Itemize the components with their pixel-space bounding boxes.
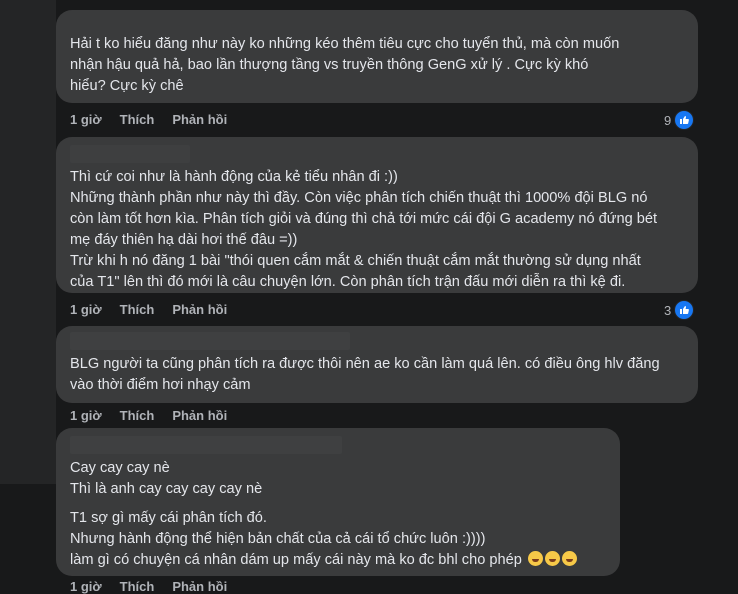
reply-button[interactable]: Phản hồi xyxy=(172,302,227,317)
comment-text-line: Những thành phần như này thì đầy. Còn vi… xyxy=(70,190,648,206)
comment-text-line: hiểu? Cực kỳ chê xyxy=(70,78,184,94)
author-name-redacted xyxy=(70,332,350,350)
comment-text-line: Thì là anh cay cay cay cay nè xyxy=(70,481,263,497)
rolling-on-floor-laughing-icon xyxy=(527,551,543,566)
reaction-summary-1[interactable]: 9 xyxy=(664,110,695,130)
author-name-redacted xyxy=(70,436,342,454)
comment-text-line: Thì cứ coi như là hành động của kẻ tiểu … xyxy=(70,169,398,185)
comment-text-line: Trừ khi h nó đăng 1 bài "thói quen cắm m… xyxy=(70,253,641,269)
comment-text-line: Nhưng hành động thể hiện bản chất của cả… xyxy=(70,531,486,547)
reply-button[interactable]: Phản hồi xyxy=(172,112,227,127)
comment-text-line: BLG người ta cũng phân tích ra được thôi… xyxy=(70,356,660,372)
like-button[interactable]: Thích xyxy=(120,112,155,127)
reply-button[interactable]: Phản hồi xyxy=(172,408,227,423)
rolling-on-floor-laughing-icon xyxy=(544,551,560,566)
comment-text-line-with-emoji: làm gì có chuyện cá nhân dám up mấy cái … xyxy=(70,550,608,571)
like-button[interactable]: Thích xyxy=(120,302,155,317)
comment-time[interactable]: 1 giờ xyxy=(70,112,102,127)
comment-actions-2: 1 giờ Thích Phản hồi xyxy=(70,302,245,317)
like-button[interactable]: Thích xyxy=(120,408,155,423)
rolling-on-floor-laughing-icon xyxy=(561,551,577,566)
comment-actions-1: 1 giờ Thích Phản hồi xyxy=(70,112,245,127)
comment-text: làm gì có chuyện cá nhân dám up mấy cái … xyxy=(70,552,522,568)
comment-text-line: nhận hậu quả hả, bao lần thượng tầng vs … xyxy=(70,57,589,73)
thumbs-up-icon xyxy=(674,110,695,130)
author-name-redacted xyxy=(70,145,190,163)
comment-bubble-4: Cay cay cay nè Thì là anh cay cay cay ca… xyxy=(56,428,620,576)
comment-bubble-1: Hải t ko hiểu đăng như này ko những kéo … xyxy=(56,10,698,103)
comment-text-line: T1 sợ gì mấy cái phân tích đó. xyxy=(70,510,267,526)
comment-text-line: vào thời điểm hơi nhạy cảm xyxy=(70,377,251,393)
comment-text-line: còn làm tốt hơn kìa. Phân tích giỏi và đ… xyxy=(70,211,658,227)
comment-text-line: mẹ đáy thiên hạ dài hơi thế đâu =)) xyxy=(70,232,298,248)
comment-bubble-2: Thì cứ coi như là hành động của kẻ tiểu … xyxy=(56,137,698,293)
comment-bubble-3: BLG người ta cũng phân tích ra được thôi… xyxy=(56,326,698,403)
comment-text-line: Hải t ko hiểu đăng như này ko những kéo … xyxy=(70,36,620,52)
comment-text-line: Cay cay cay nè xyxy=(70,460,170,476)
reaction-summary-2[interactable]: 3 xyxy=(664,300,695,320)
left-panel-strip xyxy=(0,0,56,484)
reaction-count: 3 xyxy=(664,302,672,318)
reaction-count: 9 xyxy=(664,112,672,128)
thumbs-up-icon xyxy=(674,300,695,320)
comment-time[interactable]: 1 giờ xyxy=(70,408,102,423)
comment-text-line: của T1" lên thì đó mới là câu chuyện lớn… xyxy=(70,274,626,290)
comment-actions-3: 1 giờ Thích Phản hồi xyxy=(70,408,245,423)
comment-time[interactable]: 1 giờ xyxy=(70,302,102,317)
